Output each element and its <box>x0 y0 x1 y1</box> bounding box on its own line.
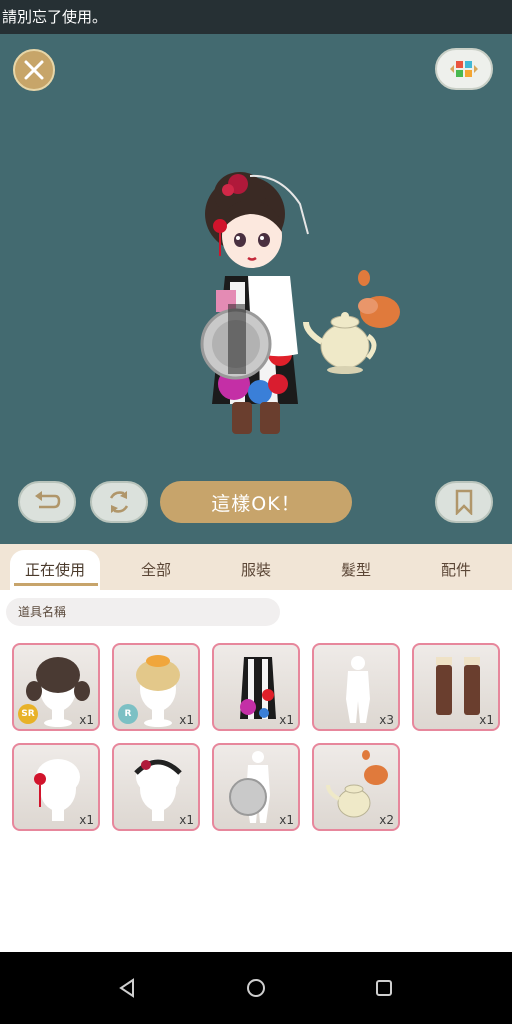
refresh-button[interactable] <box>90 481 148 523</box>
item-count: x2 <box>379 813 394 827</box>
recents-icon[interactable] <box>372 976 396 1000</box>
close-icon <box>24 60 44 80</box>
item-count: x1 <box>179 813 194 827</box>
item-card[interactable]: x2 <box>312 743 400 831</box>
item-card[interactable]: x1 <box>412 643 500 731</box>
refresh-icon <box>109 491 129 513</box>
item-card[interactable]: x3 <box>312 643 400 731</box>
item-card[interactable]: x1 <box>212 743 300 831</box>
item-card[interactable]: x1 <box>112 743 200 831</box>
confirm-ok-button[interactable]: 這樣OK！ <box>160 481 352 523</box>
tab-all[interactable]: 全部 <box>111 550 201 590</box>
back-icon[interactable] <box>115 976 139 1000</box>
item-count: x1 <box>179 713 194 727</box>
screen: 請別忘了使用。 這樣OK！ 正在使用 全部 服裝 髮型 配件 道具名稱 SR x… <box>0 0 512 1024</box>
undo-button[interactable] <box>18 481 76 523</box>
tab-accessories[interactable]: 配件 <box>411 550 501 590</box>
close-button[interactable] <box>13 49 55 91</box>
item-count: x1 <box>479 713 494 727</box>
item-card[interactable]: x1 <box>12 743 100 831</box>
color-grid-icon <box>450 61 478 77</box>
item-card[interactable]: x1 <box>212 643 300 731</box>
item-card[interactable]: R x1 <box>112 643 200 731</box>
toast-message: 請別忘了使用。 <box>0 0 512 34</box>
rarity-badge: SR <box>18 704 38 724</box>
system-nav-bar <box>0 952 512 1024</box>
item-count: x1 <box>79 713 94 727</box>
tab-clothing[interactable]: 服裝 <box>211 550 301 590</box>
tab-hairstyle[interactable]: 髮型 <box>311 550 401 590</box>
item-card[interactable]: SR x1 <box>12 643 100 731</box>
toggle-view-button[interactable] <box>435 48 493 90</box>
item-count: x1 <box>79 813 94 827</box>
bookmark-button[interactable] <box>435 481 493 523</box>
item-count: x1 <box>279 713 294 727</box>
item-count: x1 <box>279 813 294 827</box>
rarity-badge: R <box>118 704 138 724</box>
preview-stage: 這樣OK！ <box>0 34 512 544</box>
teapot-accessory <box>300 266 400 386</box>
item-count: x3 <box>379 713 394 727</box>
undo-icon <box>35 491 61 509</box>
item-name-filter[interactable]: 道具名稱 <box>6 598 280 626</box>
home-icon[interactable] <box>244 976 268 1000</box>
bookmark-icon <box>455 489 473 515</box>
active-tab-indicator <box>14 583 98 586</box>
